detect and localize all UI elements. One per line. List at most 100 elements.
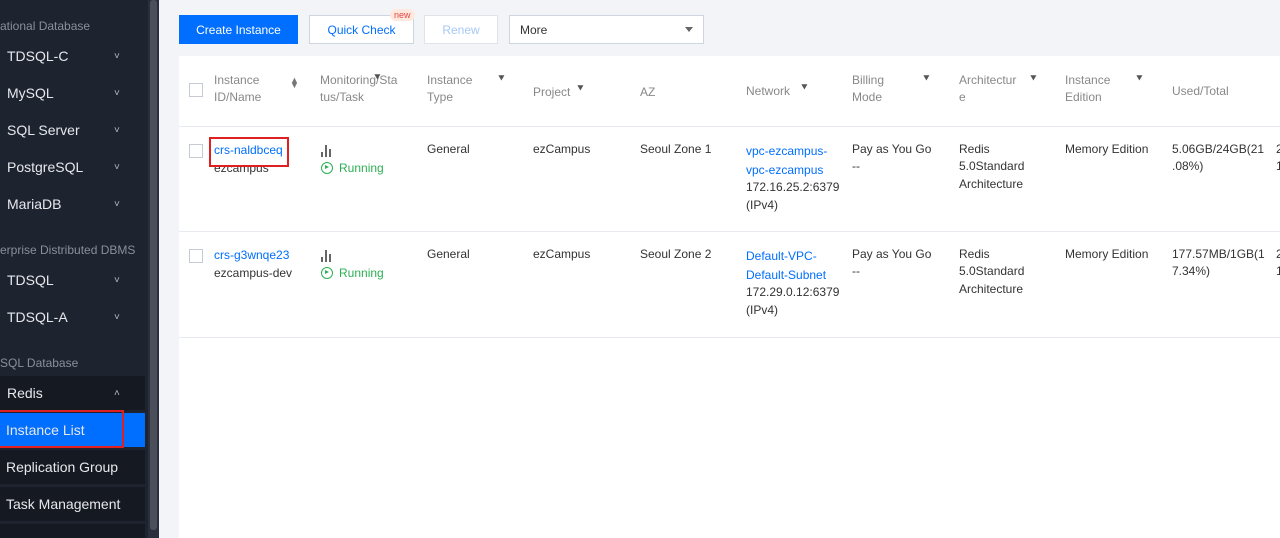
sidebar-item-label: SQL Server xyxy=(7,122,80,138)
extra-col: 2 xyxy=(1276,142,1280,156)
sidebar-item-label: TDSQL-C xyxy=(7,48,69,64)
edition: Memory Edition xyxy=(1065,142,1149,156)
new-badge: new xyxy=(390,9,415,21)
filter-icon[interactable]: ⯆ xyxy=(922,73,931,86)
header-instance-id[interactable]: Instance ID/Name xyxy=(214,72,261,106)
chevron-down-icon: ˅ xyxy=(114,274,120,286)
header-text: Type xyxy=(427,90,454,104)
sidebar-item-label: Instance List xyxy=(6,422,85,438)
more-select-value: More xyxy=(520,22,548,37)
main-content: Create Instance Quick Check new Renew Mo… xyxy=(159,0,1280,538)
used-total: .08%) xyxy=(1172,159,1204,173)
instance-table: Instance ID/Name ▲ ▼ Monitoring/Sta tus/T… xyxy=(179,56,1280,538)
sidebar-item-task-management[interactable]: Task Management xyxy=(0,487,145,521)
az: Seoul Zone 2 xyxy=(640,247,712,261)
header-network: Network xyxy=(746,84,791,98)
billing-mode: Pay as You Go xyxy=(852,142,932,156)
sidebar-item-tdsql-c[interactable]: TDSQL-C ˅ xyxy=(0,39,145,73)
filter-icon[interactable]: ⯆ xyxy=(373,72,382,85)
instance-id-link[interactable]: crs-g3wnqe23 xyxy=(214,247,289,265)
filter-icon[interactable]: ⯆ xyxy=(800,82,809,95)
used-total: 5.06GB/24GB(21 xyxy=(1172,142,1265,156)
sidebar-item-label: MySQL xyxy=(7,85,54,101)
row-checkbox[interactable] xyxy=(189,144,203,158)
filter-icon[interactable]: ⯆ xyxy=(1135,73,1144,86)
play-circle-icon xyxy=(321,267,333,279)
sidebar-item-tdsql-a[interactable]: TDSQL-A ˅ xyxy=(0,300,145,334)
sort-icon[interactable]: ▲ ▼ xyxy=(290,76,299,90)
chevron-down-icon xyxy=(685,27,693,32)
chevron-down-icon: ˅ xyxy=(114,50,120,62)
vpc-link[interactable]: vpc-ezcampus- xyxy=(746,143,827,161)
sidebar-section-nosql: SQL Database xyxy=(0,356,79,370)
project: ezCampus xyxy=(533,142,591,156)
divider xyxy=(179,231,1280,232)
architecture-line: Redis xyxy=(959,142,990,156)
more-select[interactable]: More xyxy=(509,15,704,44)
architecture-line: Architecture xyxy=(959,282,1024,296)
ip-address: 172.29.0.12:6379 xyxy=(746,285,840,299)
sidebar-item-label: MariaDB xyxy=(7,196,62,212)
header-az: AZ xyxy=(640,85,656,99)
sidebar-section-relational: ational Database xyxy=(0,19,91,33)
status-text: Running xyxy=(339,266,384,280)
create-instance-button[interactable]: Create Instance xyxy=(179,15,298,44)
header-instance-type: Instance Type xyxy=(427,72,472,106)
instance-name: ezcampus xyxy=(214,161,269,175)
chevron-down-icon: ˅ xyxy=(114,311,120,323)
filter-icon[interactable]: ⯆ xyxy=(1029,73,1038,86)
divider xyxy=(179,337,1280,338)
extra-col: 2 xyxy=(1276,247,1280,261)
sidebar-scrollbar[interactable] xyxy=(148,0,159,538)
sidebar-item-more[interactable] xyxy=(0,524,145,538)
ip-version: (IPv4) xyxy=(746,198,779,212)
billing-mode: Pay as You Go xyxy=(852,247,932,261)
sidebar-item-postgresql[interactable]: PostgreSQL ˅ xyxy=(0,150,145,184)
header-architecture: Architectur e xyxy=(959,72,1016,106)
ip-version: (IPv4) xyxy=(746,303,779,317)
architecture-line: 5.0Standard xyxy=(959,264,1025,278)
play-circle-icon xyxy=(321,162,333,174)
status-running: Running xyxy=(321,265,384,283)
used-total: 7.34%) xyxy=(1172,264,1211,278)
instance-name: ezcampus-dev xyxy=(214,266,293,280)
monitoring-icon[interactable] xyxy=(321,145,335,157)
renew-button[interactable]: Renew xyxy=(424,15,498,44)
sidebar-item-mariadb[interactable]: MariaDB ˅ xyxy=(0,187,145,221)
scrollbar-thumb[interactable] xyxy=(150,0,157,530)
header-billing: Billing Mode xyxy=(852,72,884,106)
header-edition: Instance Edition xyxy=(1065,72,1110,106)
subnet-link[interactable]: Default-Subnet xyxy=(746,267,826,285)
chevron-down-icon: ˅ xyxy=(114,87,120,99)
sidebar-item-instance-list[interactable]: Instance List xyxy=(0,413,145,447)
select-all-checkbox[interactable] xyxy=(189,83,203,97)
chevron-down-icon: ˅ xyxy=(114,161,120,173)
instance-id-link[interactable]: crs-naldbceq xyxy=(214,142,283,160)
chevron-down-icon: ˅ xyxy=(114,124,120,136)
sidebar-item-replication-group[interactable]: Replication Group xyxy=(0,450,145,484)
architecture-line: Redis xyxy=(959,247,990,261)
sidebar-item-sql-server[interactable]: SQL Server ˅ xyxy=(0,113,145,147)
filter-icon[interactable]: ⯆ xyxy=(497,73,506,86)
sidebar-item-mysql[interactable]: MySQL ˅ xyxy=(0,76,145,110)
header-text: Edition xyxy=(1065,90,1102,104)
header-text: tus/Task xyxy=(320,90,365,104)
architecture-line: Architecture xyxy=(959,177,1024,191)
header-text: ID/Name xyxy=(214,90,262,104)
status-text: Running xyxy=(339,161,384,175)
extra-col: 1 xyxy=(1276,264,1280,278)
header-text: Mode xyxy=(852,90,883,104)
chevron-down-icon: ˅ xyxy=(114,198,120,210)
used-total: 177.57MB/1GB(1 xyxy=(1172,247,1265,261)
monitoring-icon[interactable] xyxy=(321,250,335,262)
instance-type: General xyxy=(427,142,470,156)
sidebar-item-label: Replication Group xyxy=(6,459,119,475)
billing-extra: -- xyxy=(852,264,860,278)
sidebar-item-tdsql[interactable]: TDSQL ˅ xyxy=(0,263,145,297)
vpc-link[interactable]: Default-VPC- xyxy=(746,248,817,266)
filter-icon[interactable]: ⯆ xyxy=(576,83,585,96)
instance-type: General xyxy=(427,247,470,261)
subnet-link[interactable]: vpc-ezcampus xyxy=(746,162,823,180)
sidebar-item-redis[interactable]: Redis ˄ xyxy=(0,376,145,410)
row-checkbox[interactable] xyxy=(189,249,203,263)
